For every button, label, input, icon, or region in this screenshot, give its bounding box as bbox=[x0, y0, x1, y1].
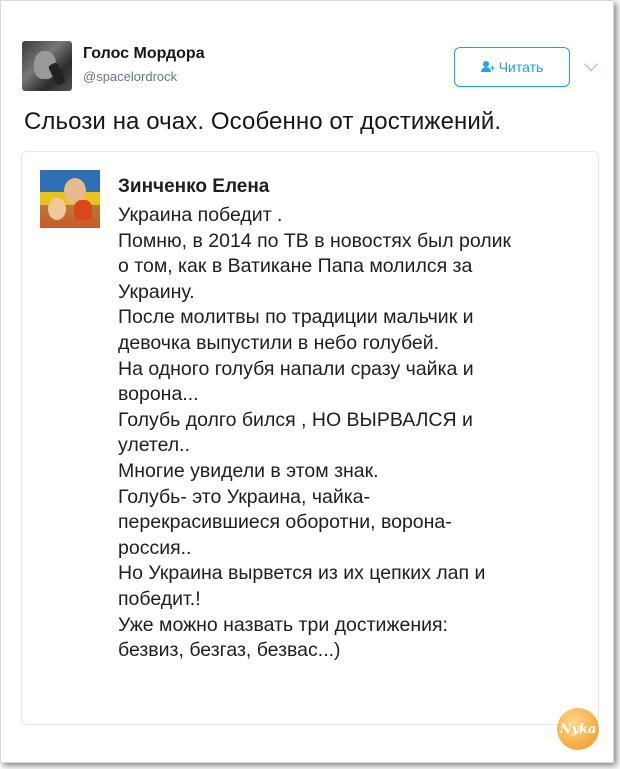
post-line: Украина победит . bbox=[118, 204, 283, 226]
post-line: победит.! bbox=[118, 587, 201, 610]
display-name[interactable]: Голос Мордора bbox=[83, 45, 205, 63]
post-line: улетел.. bbox=[118, 434, 191, 457]
chevron-down-icon[interactable] bbox=[583, 56, 599, 72]
post-line: Многие увидели в этом знак. bbox=[118, 459, 379, 482]
post-author[interactable]: Зинченко Елена bbox=[118, 176, 269, 198]
post-line: перекрасившиеся оборотни, ворона- bbox=[118, 511, 452, 534]
post-line: На одного голубя напали сразу чайка и bbox=[118, 357, 474, 380]
post-line: Но Украина вырвется из их цепких лап и bbox=[118, 562, 486, 585]
post-line: Голубь- это Украина, чайка- bbox=[118, 485, 371, 508]
watermark-logo: Nyka bbox=[557, 708, 599, 750]
post-line: девочка выпустили в небо голубей. bbox=[118, 331, 440, 354]
quoted-post[interactable]: Зинченко Елена Украина победит . Помню, … bbox=[21, 151, 599, 725]
author-avatar[interactable] bbox=[40, 170, 100, 228]
avatar-microphone bbox=[47, 61, 67, 87]
post-line: Украину. bbox=[118, 280, 195, 303]
post-line: Голубь долго бился , НО ВЫРВАЛСЯ и bbox=[118, 408, 473, 431]
post-line: безвиз, безгаз, безвас...) bbox=[118, 639, 341, 662]
follow-button-label: Читать bbox=[498, 59, 544, 75]
post-line: ворона... bbox=[118, 383, 199, 406]
user-avatar[interactable] bbox=[22, 41, 72, 91]
post-line: После молитвы по традиции мальчик и bbox=[118, 306, 474, 329]
post-line: о том, как в Ватикане Папа молился за bbox=[118, 255, 473, 278]
user-handle[interactable]: @spacelordrock bbox=[83, 69, 177, 84]
post-body: Украина победит . Помню, в 2014 по ТВ в … bbox=[118, 203, 580, 664]
follow-button[interactable]: + Читать bbox=[454, 47, 570, 87]
tweet-card: Голос Мордора @spacelordrock + Читать Сл… bbox=[0, 0, 614, 763]
tweet-text: Сльози на очах. Особенно от достижений. bbox=[24, 108, 502, 135]
add-user-icon: + bbox=[480, 61, 495, 73]
post-line: Уже можно назвать три достижения: bbox=[118, 613, 448, 636]
post-line: россия.. bbox=[118, 536, 192, 559]
post-line: Помню, в 2014 по ТВ в новостях был ролик bbox=[118, 229, 512, 252]
